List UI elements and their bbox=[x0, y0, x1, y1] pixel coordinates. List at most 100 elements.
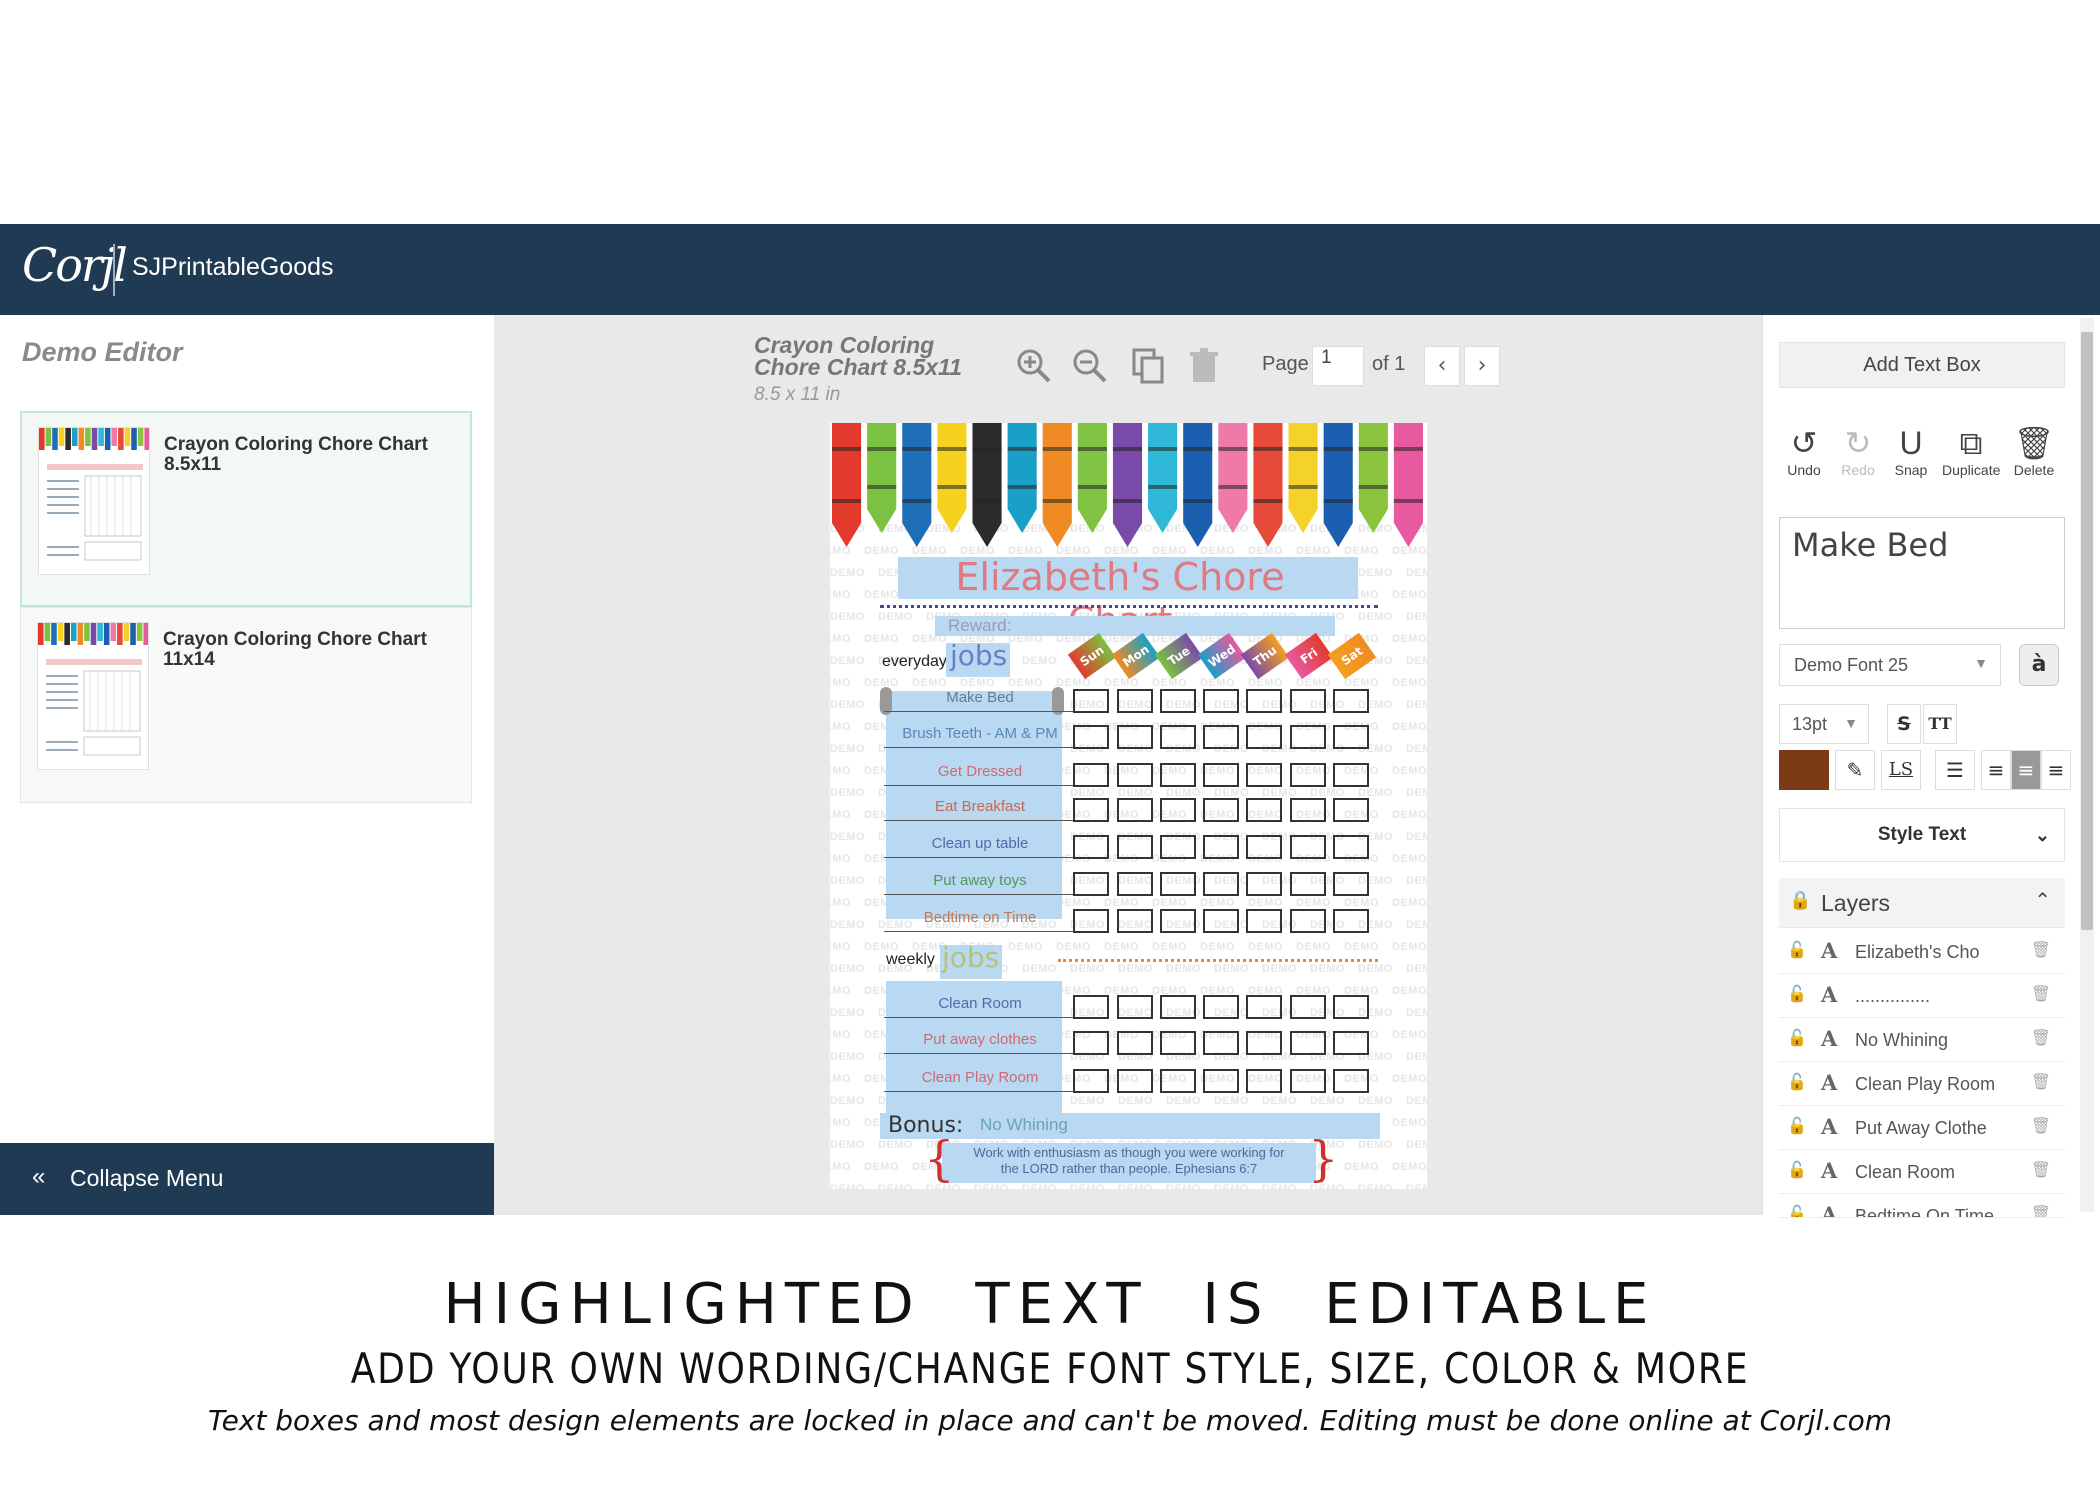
undo-button[interactable]: ↺ Undo bbox=[1775, 424, 1833, 478]
page-number-input[interactable]: 1 bbox=[1312, 346, 1364, 386]
chore-checkbox[interactable] bbox=[1160, 689, 1196, 713]
chore-checkbox[interactable] bbox=[1203, 1069, 1239, 1093]
template-card-8x11[interactable]: Crayon Coloring Chore Chart 8.5x11 bbox=[20, 411, 472, 607]
chore-checkbox[interactable] bbox=[1290, 798, 1326, 822]
chore-checkbox[interactable] bbox=[1333, 689, 1369, 713]
bible-verse[interactable]: Work with enthusiasm as though you were … bbox=[944, 1145, 1314, 1177]
text-color-swatch[interactable] bbox=[1779, 750, 1829, 790]
bonus-value[interactable]: No Whining bbox=[980, 1115, 1068, 1135]
trash-icon[interactable] bbox=[1184, 346, 1224, 390]
weekly-jobs-heading[interactable]: jobs bbox=[942, 941, 999, 974]
chore-checkbox[interactable] bbox=[1117, 763, 1153, 787]
chore-checkbox[interactable] bbox=[1246, 995, 1282, 1019]
lock-icon[interactable]: 🔒 bbox=[1789, 890, 1811, 911]
chore-checkbox[interactable] bbox=[1246, 872, 1282, 896]
text-content-input[interactable]: Make Bed bbox=[1779, 517, 2065, 629]
delete-button[interactable]: 🗑 Delete bbox=[2005, 424, 2063, 478]
chore-checkbox[interactable] bbox=[1203, 1031, 1239, 1055]
chore-checkbox[interactable] bbox=[1073, 909, 1109, 933]
chore-checkbox[interactable] bbox=[1117, 835, 1153, 859]
everyday-jobs-heading[interactable]: jobs bbox=[950, 639, 1007, 672]
chart-title[interactable]: Elizabeth's Chore Chart bbox=[900, 555, 1340, 643]
unlock-icon[interactable]: 🔓 bbox=[1787, 984, 1807, 1004]
chore-checkbox[interactable] bbox=[1073, 995, 1109, 1019]
align-center-button[interactable]: ≡ bbox=[2011, 750, 2041, 790]
chore-checkbox[interactable] bbox=[1246, 835, 1282, 859]
layers-header[interactable]: 🔒 Layers ⌃ bbox=[1779, 878, 2065, 928]
layer-row[interactable]: 🔓 A Clean Room 🗑 bbox=[1779, 1150, 2065, 1194]
trash-icon[interactable]: 🗑 bbox=[2031, 940, 2051, 960]
add-text-box-button[interactable]: Add Text Box bbox=[1779, 342, 2065, 388]
chore-checkbox[interactable] bbox=[1246, 909, 1282, 933]
style-text-dropdown[interactable]: Style Text ⌄ bbox=[1779, 808, 2065, 862]
font-size-select[interactable]: 13pt ▼ bbox=[1779, 704, 1869, 744]
layer-row[interactable]: 🔓 A Elizabeth's Cho 🗑 bbox=[1779, 930, 2065, 974]
chore-checkbox[interactable] bbox=[1073, 689, 1109, 713]
shop-name[interactable]: SJPrintableGoods bbox=[132, 253, 334, 282]
everyday-job-text[interactable]: Put away toys bbox=[890, 870, 1070, 892]
chore-checkbox[interactable] bbox=[1117, 909, 1153, 933]
chore-checkbox[interactable] bbox=[1160, 995, 1196, 1019]
chore-checkbox[interactable] bbox=[1290, 689, 1326, 713]
trash-icon[interactable]: 🗑 bbox=[2031, 1116, 2051, 1136]
weekly-job-text[interactable]: Clean Play Room bbox=[890, 1067, 1070, 1089]
layer-row[interactable]: 🔓 A No Whining 🗑 bbox=[1779, 1018, 2065, 1062]
duplicate-button[interactable]: ⧉ Duplicate bbox=[1942, 424, 2000, 478]
next-page-button[interactable]: › bbox=[1464, 346, 1500, 386]
weekly-job-text[interactable]: Clean Room bbox=[890, 993, 1070, 1015]
chore-checkbox[interactable] bbox=[1117, 995, 1153, 1019]
chore-checkbox[interactable] bbox=[1117, 689, 1153, 713]
chore-checkbox[interactable] bbox=[1203, 909, 1239, 933]
zoom-in-icon[interactable] bbox=[1014, 346, 1054, 390]
chore-checkbox[interactable] bbox=[1333, 835, 1369, 859]
chore-checkbox[interactable] bbox=[1246, 1069, 1282, 1093]
trash-icon[interactable]: 🗑 bbox=[2031, 1072, 2051, 1092]
chore-checkbox[interactable] bbox=[1333, 872, 1369, 896]
everyday-job-text[interactable]: Clean up table bbox=[890, 833, 1070, 855]
trash-icon[interactable]: 🗑 bbox=[2031, 1204, 2051, 1217]
chore-checkbox[interactable] bbox=[1203, 689, 1239, 713]
unlock-icon[interactable]: 🔓 bbox=[1787, 1028, 1807, 1048]
chore-checkbox[interactable] bbox=[1117, 1069, 1153, 1093]
chore-checkbox[interactable] bbox=[1333, 1069, 1369, 1093]
chore-checkbox[interactable] bbox=[1290, 872, 1326, 896]
chore-checkbox[interactable] bbox=[1290, 1031, 1326, 1055]
chore-checkbox[interactable] bbox=[1160, 798, 1196, 822]
strikethrough-button[interactable]: S bbox=[1887, 704, 1921, 744]
chore-checkbox[interactable] bbox=[1203, 872, 1239, 896]
chore-checkbox[interactable] bbox=[1160, 725, 1196, 749]
collapse-menu-button[interactable]: « Collapse Menu bbox=[0, 1143, 494, 1215]
template-card-11x14[interactable]: Crayon Coloring Chore Chart 11x14 bbox=[20, 607, 472, 803]
chore-checkbox[interactable] bbox=[1117, 798, 1153, 822]
chore-checkbox[interactable] bbox=[1117, 872, 1153, 896]
trash-icon[interactable]: 🗑 bbox=[2031, 984, 2051, 1004]
layer-row[interactable]: 🔓 A Put Away Clothe 🗑 bbox=[1779, 1106, 2065, 1150]
chore-checkbox[interactable] bbox=[1073, 725, 1109, 749]
chore-checkbox[interactable] bbox=[1073, 872, 1109, 896]
chore-checkbox[interactable] bbox=[1290, 763, 1326, 787]
chore-checkbox[interactable] bbox=[1333, 798, 1369, 822]
chore-checkbox[interactable] bbox=[1203, 995, 1239, 1019]
chore-checkbox[interactable] bbox=[1073, 763, 1109, 787]
chore-checkbox[interactable] bbox=[1290, 995, 1326, 1019]
chore-checkbox[interactable] bbox=[1073, 835, 1109, 859]
chore-checkbox[interactable] bbox=[1073, 1031, 1109, 1055]
everyday-job-text[interactable]: Brush Teeth - AM & PM bbox=[890, 723, 1070, 745]
everyday-job-text[interactable]: Eat Breakfast bbox=[890, 796, 1070, 818]
align-right-button[interactable]: ≡ bbox=[2041, 750, 2071, 790]
layer-row[interactable]: 🔓 A............... 🗑 bbox=[1779, 974, 2065, 1018]
align-left-button[interactable]: ≡ bbox=[1981, 750, 2011, 790]
unlock-icon[interactable]: 🔓 bbox=[1787, 1160, 1807, 1180]
layer-row[interactable]: 🔓 A Clean Play Room 🗑 bbox=[1779, 1062, 2065, 1106]
chore-checkbox[interactable] bbox=[1160, 872, 1196, 896]
eyedropper-button[interactable]: ✎ bbox=[1835, 750, 1875, 790]
chore-checkbox[interactable] bbox=[1290, 1069, 1326, 1093]
chore-checkbox[interactable] bbox=[1160, 835, 1196, 859]
chore-checkbox[interactable] bbox=[1246, 763, 1282, 787]
chore-checkbox[interactable] bbox=[1117, 725, 1153, 749]
unlock-icon[interactable]: 🔓 bbox=[1787, 940, 1807, 960]
chore-checkbox[interactable] bbox=[1160, 1069, 1196, 1093]
copy-icon[interactable] bbox=[1128, 346, 1168, 390]
chore-checkbox[interactable] bbox=[1246, 1031, 1282, 1055]
chore-checkbox[interactable] bbox=[1290, 725, 1326, 749]
